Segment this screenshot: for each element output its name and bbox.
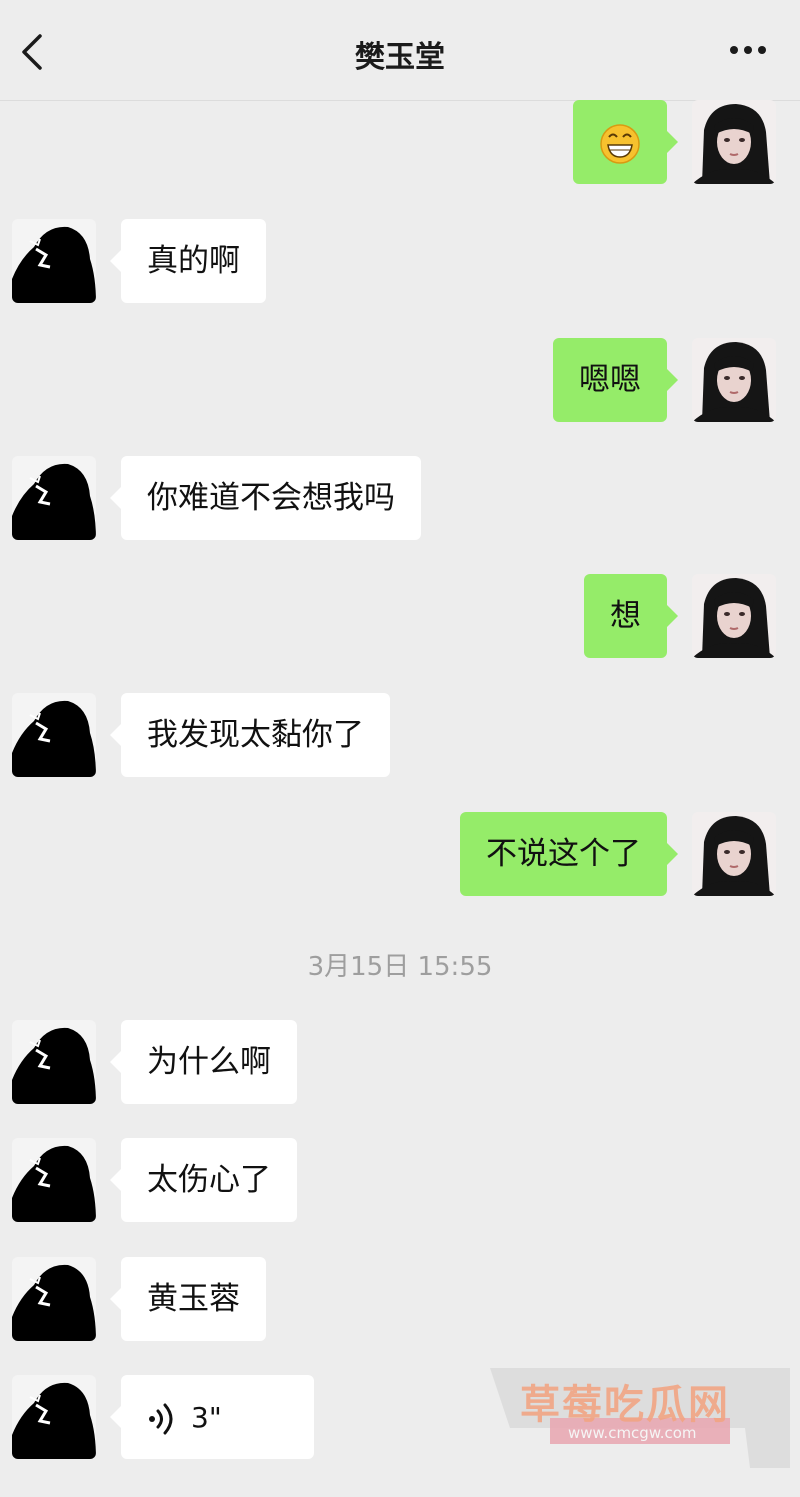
more-dots-icon[interactable] [728, 44, 768, 56]
voice-wave-icon [149, 1403, 173, 1434]
message-bubble-outgoing[interactable]: 想 [584, 574, 678, 658]
message-bubble-incoming[interactable]: 黄玉蓉 [110, 1257, 266, 1341]
message-bubble-incoming[interactable]: 为什么啊 [110, 1020, 297, 1104]
my-avatar[interactable] [692, 574, 776, 658]
chat-header: 樊玉堂 [0, 0, 800, 101]
voice-duration: 3" [191, 1401, 222, 1434]
chat-title: 樊玉堂 [355, 40, 445, 75]
contact-avatar[interactable] [12, 1375, 96, 1459]
grinning-face-icon [600, 123, 640, 164]
contact-avatar[interactable] [12, 1020, 96, 1104]
message-bubble-incoming[interactable]: 你难道不会想我吗 [110, 456, 421, 540]
my-avatar[interactable] [692, 100, 776, 184]
message-bubble-incoming[interactable]: 真的啊 [110, 219, 266, 303]
message-bubble-incoming[interactable]: 我发现太黏你了 [110, 693, 390, 777]
my-avatar[interactable] [692, 338, 776, 422]
message-bubble-outgoing[interactable]: 嗯嗯 [553, 338, 678, 422]
contact-avatar[interactable] [12, 1138, 96, 1222]
contact-avatar[interactable] [12, 1257, 96, 1341]
contact-avatar[interactable] [12, 219, 96, 303]
watermark-text: 草莓吃瓜网 [520, 1382, 730, 1428]
contact-avatar[interactable] [12, 693, 96, 777]
watermark-url: www.cmcgw.com [568, 1424, 697, 1442]
contact-avatar[interactable] [12, 456, 96, 540]
message-bubble-outgoing[interactable] [573, 100, 678, 184]
site-watermark: 草莓吃瓜网 www.cmcgw.com [490, 1368, 790, 1468]
chat-timestamp: 3月15日 15:55 [307, 952, 493, 982]
voice-message-bubble[interactable]: 3" [110, 1375, 314, 1459]
message-bubble-outgoing[interactable]: 不说这个了 [460, 812, 678, 896]
message-bubble-incoming[interactable]: 太伤心了 [110, 1138, 297, 1222]
my-avatar[interactable] [692, 812, 776, 896]
